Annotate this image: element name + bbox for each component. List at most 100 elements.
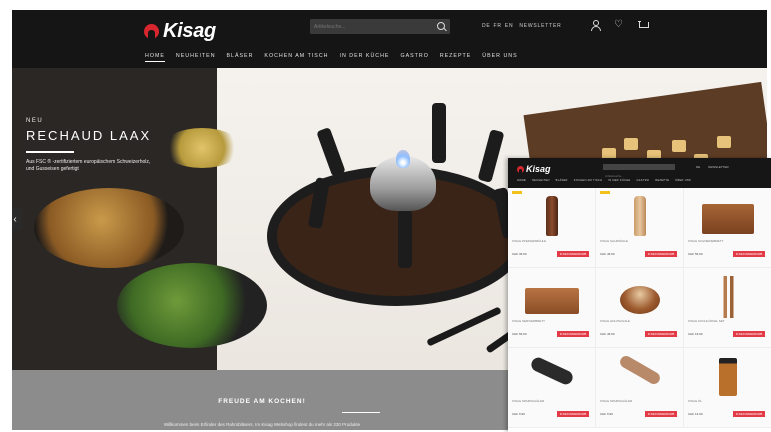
pepper-mill-image xyxy=(545,196,558,236)
lang-fr[interactable]: FR xyxy=(494,23,502,29)
lang-en[interactable]: EN xyxy=(505,23,514,29)
shop-search-box xyxy=(603,164,675,179)
new-badge xyxy=(512,191,522,194)
product-name: KISAG HOLZSCHALE xyxy=(600,319,631,323)
welcome-description: Willkommen beim Erfinder des Rahmbläsers… xyxy=(163,422,361,427)
add-to-cart-button[interactable]: IN DEN WARENKORB xyxy=(645,411,677,417)
shop-nav-in-der-kueche[interactable]: IN DER KÜCHE xyxy=(608,179,630,182)
lang-de[interactable]: DE xyxy=(482,23,491,29)
add-to-cart-button[interactable]: IN DEN WARENKORB xyxy=(645,331,677,337)
shop-nav-home[interactable]: HOME xyxy=(517,179,526,182)
utility-links: DE FR EN NEWSLETTER xyxy=(482,23,562,29)
add-to-cart-button[interactable]: IN DEN WARENKORB xyxy=(733,251,765,257)
cheese-cube xyxy=(624,138,638,150)
hero-divider xyxy=(26,151,74,153)
newsletter-link[interactable]: NEWSLETTER xyxy=(519,23,561,29)
salt-mill-image xyxy=(633,196,646,236)
peeler-image xyxy=(617,353,662,387)
welcome-divider xyxy=(342,412,380,413)
product-card[interactable]: KISAG SERVIERBRETT CHF 69.90 IN DEN WARE… xyxy=(508,268,596,348)
brand-name: Kisag xyxy=(163,20,216,42)
shop-brand-name: Kisag xyxy=(526,164,551,174)
flame-logo-icon xyxy=(144,24,159,39)
product-card[interactable]: KISAG SPARSCHÄLER CHF 9.90 IN DEN WARENK… xyxy=(508,348,596,428)
shop-nav-kochen-am-tisch[interactable]: KOCHEN AM TISCH xyxy=(574,179,603,182)
shop-nav: HOME NEUHEITEN BLÄSER KOCHEN AM TISCH IN… xyxy=(517,179,691,182)
add-to-cart-button[interactable]: IN DEN WARENKORB xyxy=(557,411,589,417)
product-price: CHF 19.90 xyxy=(688,332,703,336)
search-input[interactable] xyxy=(314,20,424,33)
shop-logo[interactable]: Kisag xyxy=(517,164,551,174)
product-price: CHF 69.90 xyxy=(512,332,527,336)
product-name: KISAG PFEFFERMÜHLE xyxy=(512,239,547,243)
product-card[interactable]: KISAG SALZMÜHLE CHF 49.90 IN DEN WARENKO… xyxy=(596,188,684,268)
shop-utility-links: DE NEWSLETTER xyxy=(696,165,729,169)
product-price: CHF 9.90 xyxy=(600,412,613,416)
wood-bowl-image xyxy=(619,286,660,314)
cutting-board-image xyxy=(701,204,754,234)
brand-logo[interactable]: Kisag xyxy=(144,20,216,43)
search-icon[interactable] xyxy=(437,22,445,30)
product-card[interactable]: KISAG PFEFFERMÜHLE CHF 39.90 IN DEN WARE… xyxy=(508,188,596,268)
nav-neuheiten[interactable]: NEUHEITEN xyxy=(176,53,216,62)
search-box xyxy=(310,19,450,34)
nav-home[interactable]: HOME xyxy=(145,53,165,62)
nav-in-der-kueche[interactable]: IN DER KÜCHE xyxy=(339,53,389,62)
rechaud-arm xyxy=(398,210,412,268)
new-badge xyxy=(600,191,610,194)
nav-blaeser[interactable]: BLÄSER xyxy=(227,53,254,62)
shop-header: Kisag DE NEWSLETTER HOME NEUHEITEN BLÄSE… xyxy=(508,158,771,188)
product-price: CHF 59.90 xyxy=(688,252,703,256)
product-name: KISAG SCHNEIDEBRETT xyxy=(688,239,724,243)
header-icons: ♡ xyxy=(590,20,649,31)
shop-nav-neuheiten[interactable]: NEUHEITEN xyxy=(532,179,550,182)
product-card[interactable]: KISAG ÖL CHF 14.90 IN DEN WARENKORB xyxy=(684,348,771,428)
product-price: CHF 49.90 xyxy=(600,252,615,256)
user-icon[interactable] xyxy=(590,20,601,31)
cart-icon[interactable] xyxy=(638,20,649,30)
hero-kicker: NEU xyxy=(26,118,44,124)
add-to-cart-button[interactable]: IN DEN WARENKORB xyxy=(733,331,765,337)
product-grid: KISAG PFEFFERMÜHLE CHF 39.90 IN DEN WARE… xyxy=(508,188,771,428)
product-name: KISAG ÖL xyxy=(688,399,703,403)
product-price: CHF 14.90 xyxy=(688,412,703,416)
product-price: CHF 49.90 xyxy=(600,332,615,336)
shop-lang-de[interactable]: DE xyxy=(696,165,700,169)
add-to-cart-button[interactable]: IN DEN WARENKORB xyxy=(557,331,589,337)
site-header: Kisag DE FR EN NEWSLETTER ♡ HOME NEUHEIT… xyxy=(12,10,767,68)
product-card[interactable]: KISAG SCHNEIDEBRETT CHF 59.90 IN DEN WAR… xyxy=(684,188,771,268)
add-to-cart-button[interactable]: IN DEN WARENKORB xyxy=(557,251,589,257)
main-nav: HOME NEUHEITEN BLÄSER KOCHEN AM TISCH IN… xyxy=(145,53,518,62)
product-card[interactable]: KISAG SPARSCHÄLER CHF 9.90 IN DEN WARENK… xyxy=(596,348,684,428)
wooden-spoon-set-image xyxy=(716,276,739,318)
nav-kochen-am-tisch[interactable]: KOCHEN AM TISCH xyxy=(264,53,328,62)
serving-board-image xyxy=(524,288,579,314)
shop-nav-ueber-uns[interactable]: ÜBER UNS xyxy=(675,179,691,182)
rechaud-arm xyxy=(432,103,446,163)
shop-nav-gastro[interactable]: GASTRO xyxy=(636,179,649,182)
product-card[interactable]: KISAG HOLZSCHALE CHF 49.90 IN DEN WARENK… xyxy=(596,268,684,348)
hero-description: Aus FSC ® -zertifiziertem europäischem S… xyxy=(26,158,151,172)
shop-newsletter-link[interactable]: NEWSLETTER xyxy=(708,165,729,169)
nav-rezepte[interactable]: REZEPTE xyxy=(440,53,471,62)
nav-gastro[interactable]: GASTRO xyxy=(400,53,428,62)
peeler-image xyxy=(528,355,575,387)
add-to-cart-button[interactable]: IN DEN WARENKORB xyxy=(645,251,677,257)
shop-nav-rezepte[interactable]: REZEPTE xyxy=(655,179,669,182)
heart-icon[interactable]: ♡ xyxy=(614,20,624,30)
nav-ueber-uns[interactable]: ÜBER UNS xyxy=(482,53,517,62)
oil-bowl-image xyxy=(162,128,242,168)
cheese-cube xyxy=(672,140,686,152)
vegetable-bowl-image xyxy=(117,263,267,348)
shop-page-preview: Kisag DE NEWSLETTER HOME NEUHEITEN BLÄSE… xyxy=(508,158,771,432)
carousel-prev-arrow[interactable]: ‹ xyxy=(12,208,22,230)
product-name: KISAG SERVIERBRETT xyxy=(512,319,545,323)
welcome-title: FREUDE AM KOCHEN! xyxy=(218,398,306,405)
shop-nav-blaeser[interactable]: BLÄSER xyxy=(556,179,568,182)
add-to-cart-button[interactable]: IN DEN WARENKORB xyxy=(733,411,765,417)
hero-text: NEU RECHAUD LAAX Aus FSC ® -zertifiziert… xyxy=(26,118,156,173)
product-card[interactable]: KISAG KOCHLÖFFEL SET CHF 19.90 IN DEN WA… xyxy=(684,268,771,348)
hero-title: RECHAUD LAAX xyxy=(26,128,152,143)
cheese-cube xyxy=(717,136,731,148)
product-name: KISAG SALZMÜHLE xyxy=(600,239,629,243)
